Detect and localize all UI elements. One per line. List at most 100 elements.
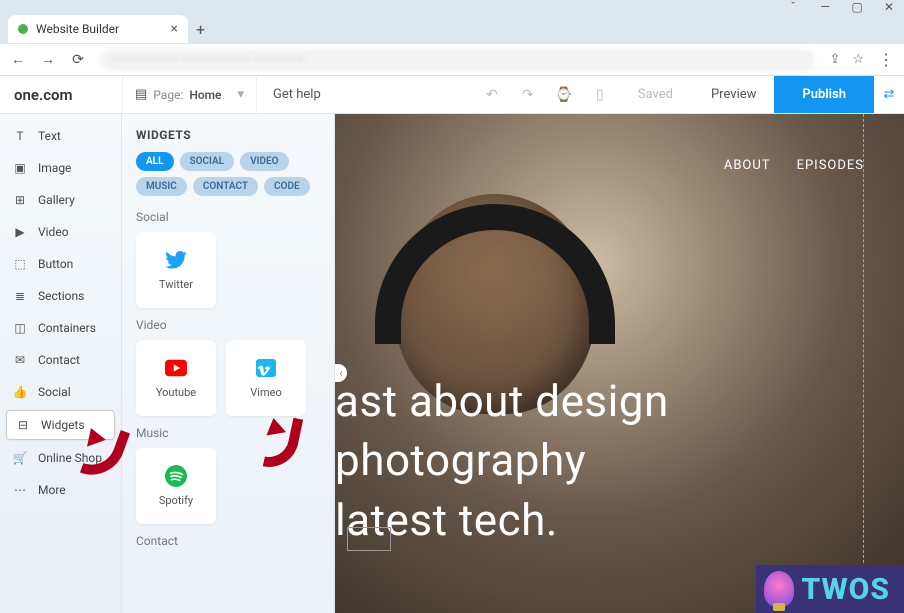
online shop-icon: 🛒 — [12, 450, 28, 466]
canvas[interactable]: ‹ ABOUT EPISODES ast about design photog… — [335, 114, 904, 613]
filter-chip-social[interactable]: SOCIAL — [180, 152, 235, 171]
browser-tab[interactable]: Website Builder × — [8, 15, 188, 43]
tab-strip: Website Builder × + — [0, 14, 904, 44]
tile-label: Youtube — [156, 386, 196, 399]
page-name: Home — [189, 88, 221, 102]
tile-label: Spotify — [159, 494, 193, 507]
spotify-icon — [165, 466, 187, 486]
back-button[interactable]: ← — [10, 51, 26, 68]
address-bar: ← → ⟳ ———————— ———————— —————— ⇪ ☆ ⋮ — [0, 44, 904, 76]
sidebar-item-more[interactable]: ⋯ More — [0, 474, 121, 506]
tab-title: Website Builder — [36, 22, 119, 36]
sidebar-item-image[interactable]: ▣Image — [0, 152, 121, 184]
left-sidebar: T Text ▣Image⊞Gallery▶Video ⬚ Button ≣ Section… — [0, 114, 122, 613]
save-status: Saved — [618, 87, 693, 102]
sidebar-item-label: Video — [38, 225, 69, 239]
tab-close-icon[interactable]: × — [171, 21, 178, 37]
nav-episodes[interactable]: EPISODES — [797, 158, 864, 173]
lightbulb-icon — [764, 571, 794, 607]
reload-button[interactable]: ⟳ — [70, 52, 86, 68]
section-title-social: Social — [136, 210, 320, 224]
chevron-down-icon[interactable]: ˇ — [786, 0, 800, 14]
url-input[interactable]: ———————— ———————— —————— — [100, 49, 815, 71]
sidebar-item-label: More — [38, 483, 66, 497]
contact-icon: ✉ — [12, 352, 28, 368]
sidebar-item-label: Button — [38, 257, 73, 271]
youtube-icon — [165, 358, 187, 378]
widget-tile-spotify[interactable]: Spotify — [136, 448, 216, 524]
widget-tile-vimeo[interactable]: Vimeo — [226, 340, 306, 416]
sidebar-item-label: Online Shop — [38, 451, 102, 465]
filter-chips: ALL SOCIAL VIDEO MUSIC CONTACT CODE — [136, 152, 320, 196]
sidebar-item-button[interactable]: ⬚ Button — [0, 248, 121, 280]
workspace: T Text ▣Image⊞Gallery▶Video ⬚ Button ≣ Section… — [0, 114, 904, 613]
tiles-row: Twitter — [136, 232, 320, 308]
widget-tile-youtube[interactable]: Youtube — [136, 340, 216, 416]
history-icon[interactable]: ⌚ — [546, 87, 582, 103]
forward-button[interactable]: → — [40, 51, 56, 68]
filter-chip-all[interactable]: ALL — [136, 152, 174, 171]
sidebar-item-gallery[interactable]: ⊞Gallery — [0, 184, 121, 216]
tile-label: Twitter — [159, 278, 193, 291]
filter-chip-music[interactable]: MUSIC — [136, 177, 187, 196]
app-top-bar: one.com ▤ Page: Home ▾ Get help ↶ ↷ ⌚ ▯ … — [0, 76, 904, 114]
sidebar-item-online-shop[interactable]: 🛒 Online Shop — [0, 442, 121, 474]
text-icon: T — [12, 128, 28, 144]
sidebar-item-label: Text — [38, 129, 61, 143]
redo-button[interactable]: ↷ — [510, 87, 546, 103]
sidebar-item-label: Widgets — [41, 418, 85, 432]
page-label: Page: — [153, 88, 183, 102]
vimeo-icon — [255, 358, 277, 378]
sidebar-item-label: Image — [38, 161, 71, 175]
sections-icon: ≣ — [12, 288, 28, 304]
hero-line: photography — [335, 431, 669, 490]
filter-chip-contact[interactable]: CONTACT — [193, 177, 258, 196]
brand-logo[interactable]: one.com — [0, 86, 122, 104]
sidebar-item-video[interactable]: ▶Video — [0, 216, 121, 248]
new-tab-button[interactable]: + — [196, 20, 205, 39]
filter-chip-code[interactable]: CODE — [264, 177, 310, 196]
watermark: TWOS — [756, 565, 904, 613]
section-title-music: Music — [136, 426, 320, 440]
preview-button[interactable]: Preview — [693, 87, 774, 102]
widgets-icon: ⊟ — [15, 417, 31, 433]
sidebar-item-widgets[interactable]: ⊟ Widgets — [6, 410, 115, 440]
top-actions: ↶ ↷ ⌚ ▯ Saved Preview Publish ⇄ — [474, 76, 904, 113]
get-help-button[interactable]: Get help — [257, 87, 337, 102]
account-icon[interactable]: ⇄ — [874, 87, 904, 102]
hero-heading[interactable]: ast about design photography latest tech… — [335, 372, 669, 550]
filter-chip-video[interactable]: VIDEO — [240, 152, 288, 171]
undo-button[interactable]: ↶ — [474, 87, 510, 103]
watermark-text: TWOS — [802, 572, 890, 607]
more-icon: ⋯ — [12, 482, 28, 498]
tile-label: Vimeo — [250, 386, 281, 399]
page-selector[interactable]: ▤ Page: Home ▾ — [122, 76, 257, 113]
sidebar-item-sections[interactable]: ≣ Sections — [0, 280, 121, 312]
tiles-row: Spotify — [136, 448, 320, 524]
sidebar-item-social[interactable]: 👍Social — [0, 376, 121, 408]
device-icon[interactable]: ▯ — [582, 87, 618, 103]
sidebar-item-text[interactable]: T Text — [0, 120, 121, 152]
selection-outline[interactable] — [347, 527, 391, 551]
panel-title: WIDGETS — [136, 128, 320, 142]
sidebar-item-containers[interactable]: ◫Containers — [0, 312, 121, 344]
tiles-row: Youtube Vimeo — [136, 340, 320, 416]
sidebar-item-label: Gallery — [38, 193, 75, 207]
browser-menu-icon[interactable]: ⋮ — [878, 50, 894, 69]
minimize-button[interactable]: — — [818, 0, 832, 14]
nav-about[interactable]: ABOUT — [724, 158, 771, 173]
button-icon: ⬚ — [12, 256, 28, 272]
bookmark-icon[interactable]: ☆ — [852, 52, 864, 67]
maximize-button[interactable]: ▢ — [850, 0, 864, 14]
sidebar-item-label: Containers — [38, 321, 96, 335]
vertical-guide — [863, 114, 864, 613]
close-button[interactable]: ✕ — [882, 0, 896, 14]
publish-button[interactable]: Publish — [774, 76, 874, 113]
widget-tile-twitter[interactable]: Twitter — [136, 232, 216, 308]
sidebar-item-label: Sections — [38, 289, 84, 303]
favicon-icon — [18, 24, 28, 34]
chevron-down-icon: ▾ — [237, 87, 244, 102]
url-actions: ⇪ ☆ — [829, 52, 864, 67]
share-icon[interactable]: ⇪ — [829, 52, 840, 67]
sidebar-item-contact[interactable]: ✉Contact — [0, 344, 121, 376]
